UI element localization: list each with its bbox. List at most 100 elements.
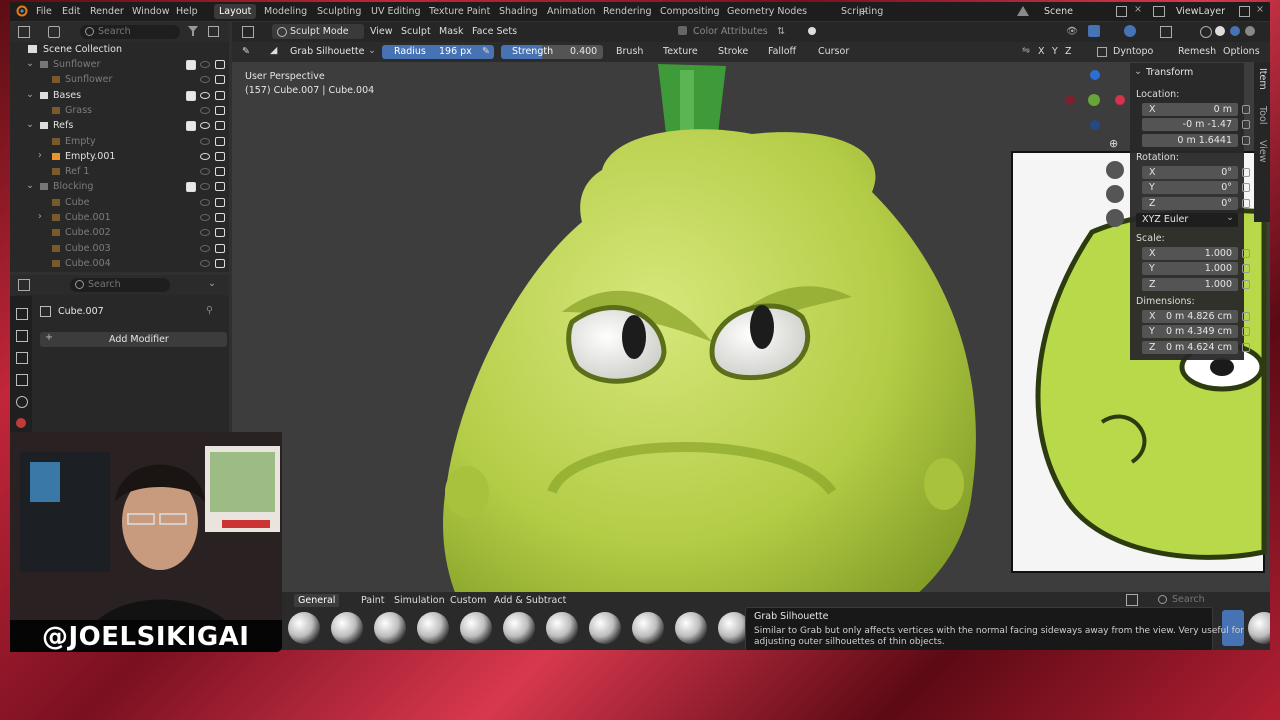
scene-tab-icon[interactable] — [16, 396, 28, 408]
outliner-row[interactable]: ⌄ Bases — [10, 88, 229, 103]
outliner-row[interactable]: Cube.003 — [10, 241, 229, 256]
outliner-search[interactable]: Search — [80, 25, 180, 39]
zoom-icon[interactable]: ⊕ — [1109, 137, 1118, 150]
options-menu[interactable]: Options — [1223, 46, 1260, 57]
chevron-down-icon[interactable]: ⌄ — [26, 119, 34, 130]
outliner-row[interactable]: Cube.002 — [10, 225, 229, 240]
dimensions-field[interactable]: Z 0 m 4.624 cm — [1142, 340, 1250, 354]
lock-icon[interactable] — [1242, 342, 1250, 352]
render-camera-icon[interactable] — [215, 60, 225, 69]
brush-thumbnail-icon[interactable] — [417, 612, 449, 644]
visibility-eye-icon[interactable] — [200, 244, 210, 252]
visibility-eye-icon[interactable] — [200, 183, 210, 191]
shelf-tab-add-subtract[interactable]: Add & Subtract — [494, 595, 566, 606]
outliner-row[interactable]: ⌄ Blocking — [10, 179, 229, 194]
radius-pressure-icon[interactable]: ✎ — [482, 46, 490, 57]
visibility-eye-icon[interactable] — [200, 106, 210, 114]
brush-thumbnail-icon[interactable] — [632, 612, 664, 644]
render-camera-icon[interactable] — [215, 243, 225, 253]
menu-window[interactable]: Window — [132, 6, 169, 17]
brush-thumbnail-icon[interactable] — [460, 612, 492, 644]
rotation-field[interactable]: X 0° — [1142, 166, 1250, 179]
chevron-down-icon[interactable]: ⌄ — [26, 180, 34, 191]
scene-copy-icon[interactable] — [1116, 6, 1127, 17]
axis-x-toggle[interactable]: X — [1038, 46, 1045, 57]
visibility-eye-icon[interactable] — [200, 152, 210, 160]
tool-tab-icon[interactable] — [16, 308, 28, 320]
render-camera-icon[interactable] — [215, 228, 225, 238]
symmetry-icon[interactable]: ⇋ — [1022, 45, 1030, 56]
tab-uv-editing[interactable]: UV Editing — [366, 4, 426, 19]
grid-view-icon[interactable] — [1106, 209, 1124, 227]
brush-thumbnail-icon[interactable] — [546, 612, 578, 644]
location-field[interactable]: X 0 m — [1142, 103, 1250, 116]
lock-icon[interactable] — [1242, 249, 1250, 258]
scene-name[interactable]: Scene — [1044, 6, 1073, 17]
dyntopo-label[interactable]: Dyntopo — [1113, 46, 1153, 57]
scene-icon[interactable] — [1017, 6, 1029, 16]
rotation-mode-dropdown[interactable]: XYZ Euler ⌄ — [1136, 212, 1238, 227]
chevron-down-icon[interactable]: ⌄ — [26, 58, 34, 69]
tab-shading[interactable]: Shading — [494, 4, 543, 19]
chevron-down-icon[interactable]: ⌄ — [208, 278, 216, 289]
viewport-gizmo-toggle-icon[interactable]: 👁 — [1066, 26, 1078, 37]
outliner-row[interactable]: Grass — [10, 103, 229, 118]
outliner-row[interactable]: ⌄ Refs — [10, 118, 229, 133]
menu-help[interactable]: Help — [176, 6, 198, 17]
chevron-right-icon[interactable]: › — [38, 211, 42, 222]
brush-menu[interactable]: Brush — [616, 46, 643, 57]
viewport-editor-icon[interactable] — [242, 26, 254, 38]
menu-sculpt[interactable]: Sculpt — [401, 26, 431, 37]
render-camera-icon[interactable] — [215, 151, 225, 161]
shelf-tab-simulation[interactable]: Simulation — [394, 595, 445, 606]
camera-view-icon[interactable] — [1106, 185, 1124, 203]
visibility-eye-icon[interactable] — [200, 214, 210, 221]
brush-thumbnail-icon[interactable] — [1248, 612, 1270, 644]
remesh-menu[interactable]: Remesh — [1178, 46, 1216, 57]
mode-selector[interactable]: Sculpt Mode — [272, 24, 364, 39]
scale-field[interactable]: X 1.000 — [1142, 247, 1250, 260]
chevron-down-icon[interactable]: ⌄ — [1134, 66, 1142, 77]
dimensions-field[interactable]: Y 0 m 4.349 cm — [1142, 325, 1250, 339]
blender-logo-icon[interactable] — [16, 5, 28, 17]
lock-icon[interactable] — [1242, 312, 1250, 321]
scale-field[interactable]: Y 1.000 — [1142, 262, 1250, 276]
tab-compositing[interactable]: Compositing — [655, 4, 725, 19]
outliner-row[interactable]: › Cube.001 — [10, 210, 229, 225]
menu-render[interactable]: Render — [90, 6, 124, 17]
outliner-row[interactable]: Empty — [10, 134, 229, 149]
tab-view[interactable]: View — [1257, 140, 1268, 163]
lock-icon[interactable] — [1242, 279, 1250, 289]
shelf-layout-icon[interactable] — [1126, 594, 1138, 606]
3d-viewport[interactable]: Sculpt Mode View Sculpt Mask Face Sets C… — [232, 22, 1270, 650]
chevron-down-icon[interactable]: ⌄ — [368, 45, 376, 56]
visibility-eye-icon[interactable] — [200, 259, 210, 267]
view-layer-copy-icon[interactable] — [1239, 6, 1250, 17]
grab-brush-icon[interactable]: ◢ — [270, 45, 277, 56]
visibility-eye-icon[interactable] — [200, 137, 210, 145]
collection-checkbox[interactable] — [186, 182, 196, 193]
chevron-right-icon[interactable]: › — [38, 150, 42, 161]
outliner-row[interactable]: Cube.004 — [10, 256, 229, 271]
navigation-gizmo[interactable] — [1062, 68, 1132, 134]
render-camera-icon[interactable] — [215, 121, 225, 131]
tab-rendering[interactable]: Rendering — [598, 4, 657, 19]
view-layer-name[interactable]: ViewLayer — [1176, 6, 1225, 17]
tab-item[interactable]: Item — [1257, 68, 1268, 90]
render-camera-icon[interactable] — [215, 136, 225, 146]
brush-thumbnail-icon[interactable] — [374, 612, 406, 644]
render-camera-icon[interactable] — [215, 197, 225, 207]
render-camera-icon[interactable] — [215, 213, 225, 222]
shading-solid-icon[interactable] — [1215, 26, 1225, 36]
outliner-row[interactable]: ⌄ Sunflower — [10, 57, 229, 72]
brush-thumbnail-icon[interactable] — [503, 612, 535, 644]
render-camera-icon[interactable] — [215, 167, 225, 177]
lock-icon[interactable] — [1242, 120, 1250, 130]
shelf-search[interactable]: Search — [1172, 594, 1205, 605]
location-field[interactable]: -0 m -1.47 — [1142, 118, 1250, 132]
visibility-eye-icon[interactable] — [200, 198, 210, 206]
stroke-menu[interactable]: Stroke — [718, 46, 748, 57]
menu-file[interactable]: File — [36, 6, 52, 17]
filter-icon[interactable] — [188, 26, 198, 36]
lock-icon[interactable] — [1242, 327, 1250, 337]
